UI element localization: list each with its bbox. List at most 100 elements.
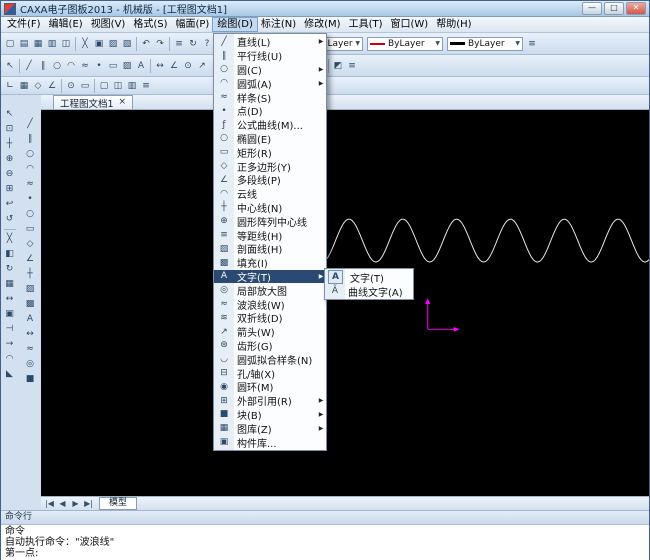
draw-menu-item[interactable]: A文字(T)▶ xyxy=(214,270,326,284)
draw-menu-item[interactable]: ○椭圆(E) xyxy=(214,132,326,146)
draw-menu-item[interactable]: ƒ公式曲线(M)... xyxy=(214,118,326,132)
tab-nav-first-button[interactable]: |◀ xyxy=(43,499,56,508)
extend-icon[interactable]: → xyxy=(3,337,17,352)
angular-dimension-icon[interactable]: ∠ xyxy=(167,58,181,74)
line-icon[interactable]: ╱ xyxy=(22,58,36,74)
chamfer-icon[interactable]: ◣ xyxy=(3,367,17,382)
pan-icon[interactable]: ┼ xyxy=(3,137,17,152)
draw-menu-item[interactable]: •点(D) xyxy=(214,104,326,118)
zoom-out-icon[interactable]: ⊖ xyxy=(3,167,17,182)
open-file-icon[interactable]: ▤ xyxy=(17,36,31,52)
draw-menu-item[interactable]: ◉圆环(M) xyxy=(214,380,326,394)
polar-mode-icon[interactable]: ∠ xyxy=(45,78,59,94)
rotate-icon[interactable]: ↻ xyxy=(3,262,17,277)
polyline-tool-icon[interactable]: ∠ xyxy=(23,252,37,267)
centerline-tool-icon[interactable]: ┼ xyxy=(23,267,37,282)
radial-dimension-icon[interactable]: ⊙ xyxy=(181,58,195,74)
draw-menu-item[interactable]: ≈样条(S) xyxy=(214,90,326,104)
tile-windows-icon[interactable]: ▥ xyxy=(125,78,139,94)
wave-line-tool-icon[interactable]: ≈ xyxy=(23,342,37,357)
tab-nav-next-button[interactable]: ▶ xyxy=(69,499,82,508)
draw-menu-item[interactable]: ▦图库(Z)▶ xyxy=(214,421,326,435)
draw-menu-item[interactable]: ∥平行线(U) xyxy=(214,49,326,63)
grid-mode-icon[interactable]: ▦ xyxy=(17,78,31,94)
linear-dimension-icon[interactable]: ↔ xyxy=(153,58,167,74)
draw-menu-item[interactable]: ○圆(C)▶ xyxy=(214,63,326,77)
tab-nav-last-button[interactable]: ▶| xyxy=(82,499,95,508)
minimize-button[interactable]: — xyxy=(582,2,602,15)
draw-menu-item[interactable]: ⊟孔/轴(X) xyxy=(214,366,326,380)
new-window-icon[interactable]: ▢ xyxy=(97,78,111,94)
spline-icon[interactable]: ≈ xyxy=(78,58,92,74)
snap-mode-icon[interactable]: ◇ xyxy=(31,78,45,94)
menubar-item[interactable]: 视图(V) xyxy=(87,18,130,31)
ellipse-tool-icon[interactable]: ○ xyxy=(23,207,37,222)
lineweight-select[interactable]: ByLayer ▼ xyxy=(447,37,523,51)
draw-menu-item[interactable]: ▨剖面线(H) xyxy=(214,242,326,256)
select-arrow-icon[interactable]: ↖ xyxy=(3,107,17,122)
draw-menu-item[interactable]: ◠云线 xyxy=(214,187,326,201)
point-tool-icon[interactable]: • xyxy=(23,192,37,207)
parallel-line-tool-icon[interactable]: ∥ xyxy=(23,132,37,147)
trim-icon[interactable]: ⊣ xyxy=(3,322,17,337)
document-tab[interactable]: 工程图文档1 × xyxy=(53,95,133,109)
menubar-item[interactable]: 窗口(W) xyxy=(387,18,433,31)
fillet-icon[interactable]: ◠ xyxy=(3,352,17,367)
draw-menu-item[interactable]: ↗箭头(W) xyxy=(214,325,326,339)
help-icon[interactable]: ? xyxy=(200,36,214,52)
ortho-mode-icon[interactable]: ∟ xyxy=(3,78,17,94)
color-picker-icon[interactable]: ◩ xyxy=(331,58,345,74)
mirror-icon[interactable]: ◧ xyxy=(3,247,17,262)
copy-icon[interactable]: ▣ xyxy=(92,36,106,52)
object-snap-icon[interactable]: ⊙ xyxy=(64,78,78,94)
draw-menu-item[interactable]: ╱直线(L)▶ xyxy=(214,35,326,49)
drawing-canvas[interactable] xyxy=(41,110,649,496)
text-tool-icon[interactable]: A xyxy=(23,312,37,327)
draw-menu-item[interactable]: ⊕圆形阵列中心线 xyxy=(214,214,326,228)
draw-menu-item[interactable]: ┼中心线(N) xyxy=(214,201,326,215)
menubar-item[interactable]: 编辑(E) xyxy=(45,18,87,31)
object-properties-icon[interactable]: ≡ xyxy=(172,36,186,52)
undo-icon[interactable]: ↶ xyxy=(139,36,153,52)
menubar-item[interactable]: 绘图(D) xyxy=(213,18,257,31)
draw-menu-item[interactable]: ⊞外部引用(R)▶ xyxy=(214,394,326,408)
fill-tool-icon[interactable]: ▩ xyxy=(23,297,37,312)
point-icon[interactable]: • xyxy=(92,58,106,74)
maximize-button[interactable]: □ xyxy=(604,2,624,15)
menubar-item[interactable]: 标注(N) xyxy=(257,18,300,31)
submenu-item[interactable]: A文字(T) xyxy=(325,270,413,284)
menubar-item[interactable]: 帮助(H) xyxy=(432,18,475,31)
draw-menu-item[interactable]: ◡圆弧拟合样条(N) xyxy=(214,352,326,366)
draw-menu-item[interactable]: ▣构件库... xyxy=(214,435,326,449)
hatch-tool-icon[interactable]: ▨ xyxy=(23,282,37,297)
circle-icon[interactable]: ○ xyxy=(50,58,64,74)
submenu-item[interactable]: Ã曲线文字(A) xyxy=(325,284,413,298)
properties-list-icon[interactable]: ≡ xyxy=(525,36,539,52)
draw-menu-item[interactable]: ◎局部放大图 xyxy=(214,283,326,297)
dynamic-input-icon[interactable]: ▭ xyxy=(78,78,92,94)
rectangle-tool-icon[interactable]: ▭ xyxy=(23,222,37,237)
select-icon[interactable]: ↖ xyxy=(3,58,17,74)
draw-menu-item[interactable]: ≡等距线(H) xyxy=(214,228,326,242)
menubar-item[interactable]: 幅面(P) xyxy=(172,18,214,31)
refresh-icon[interactable]: ↻ xyxy=(186,36,200,52)
text-icon[interactable]: A xyxy=(134,58,148,74)
draw-menu-item[interactable]: ≈波浪线(W) xyxy=(214,297,326,311)
menubar-item[interactable]: 格式(S) xyxy=(129,18,171,31)
menubar-item[interactable]: 工具(T) xyxy=(345,18,387,31)
print-icon[interactable]: ▥ xyxy=(45,36,59,52)
move-icon[interactable]: ↔ xyxy=(3,292,17,307)
model-tab[interactable]: 模型 xyxy=(99,497,137,510)
arc-icon[interactable]: ◠ xyxy=(64,58,78,74)
tab-nav-prev-button[interactable]: ◀ xyxy=(56,499,69,508)
line-tool-icon[interactable]: ╱ xyxy=(23,117,37,132)
prev-view-icon[interactable]: ↩ xyxy=(3,197,17,212)
save-icon[interactable]: ▦ xyxy=(31,36,45,52)
toolbar-options-icon[interactable]: ≡ xyxy=(139,78,153,94)
block-tool-icon[interactable]: ■ xyxy=(23,372,37,387)
polygon-tool-icon[interactable]: ◇ xyxy=(23,237,37,252)
zoom-in-icon[interactable]: ⊕ xyxy=(3,152,17,167)
command-input-area[interactable]: 命令自动执行命令："波浪线"第一点: xyxy=(1,525,649,560)
format-painter-icon[interactable]: ▧ xyxy=(120,36,134,52)
circle-tool-icon[interactable]: ○ xyxy=(23,147,37,162)
